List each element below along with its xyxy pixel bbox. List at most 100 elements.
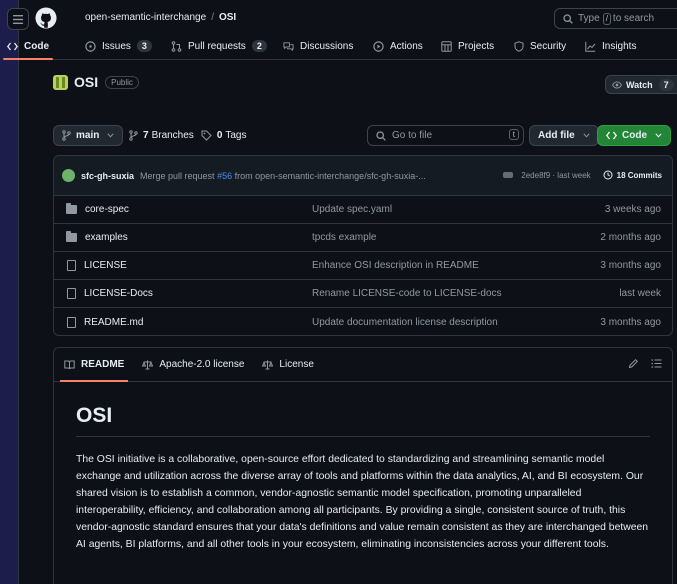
menu-button[interactable] <box>7 8 29 30</box>
commit-author[interactable]: sfc-gh-suxia <box>81 171 134 181</box>
file-name[interactable]: LICENSE <box>84 260 127 271</box>
tab-license-label: License <box>279 359 314 370</box>
tab-issues-label: Issues <box>102 40 131 52</box>
tab-pull-requests[interactable]: Pull requests 2 <box>171 36 267 56</box>
play-icon <box>373 40 384 52</box>
file-icon <box>67 260 76 271</box>
watch-button[interactable]: Watch 7 <box>605 75 677 94</box>
branches-link[interactable]: Branches <box>152 130 194 141</box>
go-to-file-placeholder: Go to file <box>392 130 433 141</box>
breadcrumb-org[interactable]: open-semantic-interchange <box>85 12 206 23</box>
file-icon <box>67 316 76 328</box>
tab-apache-license[interactable]: Apache-2.0 license <box>142 348 244 382</box>
code-icon <box>7 41 18 52</box>
tab-actions[interactable]: Actions <box>373 36 423 56</box>
file-name[interactable]: README.md <box>84 317 143 328</box>
list-item[interactable]: LICENSE Enhance OSI description in READM… <box>54 252 672 280</box>
tab-license[interactable]: License <box>262 348 314 382</box>
file-commit-time: 3 months ago <box>600 260 661 271</box>
file-name[interactable]: core-spec <box>85 204 129 215</box>
branches-count[interactable]: 7 <box>143 130 149 141</box>
code-button[interactable]: Code <box>597 125 671 146</box>
pull-requests-count-badge: 2 <box>251 40 267 52</box>
tab-actions-label: Actions <box>390 40 423 52</box>
branch-name: main <box>76 130 100 141</box>
search-shortcut-key: / <box>602 12 611 25</box>
tab-apache-license-label: Apache-2.0 license <box>159 359 245 370</box>
repo-title[interactable]: OSI <box>74 74 98 90</box>
commit-pr-link[interactable]: #56 <box>217 171 232 181</box>
commit-message[interactable]: Merge pull request #56 from open-semanti… <box>140 171 426 181</box>
hamburger-icon <box>13 14 23 24</box>
global-search[interactable]: Type / to search <box>554 8 677 29</box>
list-item[interactable]: core-spec Update spec.yaml 3 weeks ago <box>54 196 672 224</box>
law-icon <box>142 360 154 370</box>
list-item[interactable]: LICENSE-Docs Rename LICENSE-code to LICE… <box>54 280 672 308</box>
expand-message-button[interactable] <box>503 172 514 178</box>
go-to-file-input[interactable]: Go to file t <box>367 125 524 146</box>
branch-select-button[interactable]: main <box>53 125 124 146</box>
code-icon <box>606 131 617 140</box>
repo-heading: OSI Public <box>53 74 139 90</box>
discussions-icon <box>283 41 294 52</box>
file-commit-time: 3 weeks ago <box>604 204 661 215</box>
pencil-icon[interactable] <box>628 358 639 369</box>
list-item[interactable]: examples tpcds example 2 months ago <box>54 224 672 252</box>
graph-icon <box>585 41 596 52</box>
breadcrumb-repo[interactable]: OSI <box>219 12 236 23</box>
file-name[interactable]: examples <box>85 232 128 243</box>
readme-panel: README Apache-2.0 license License OSI Th… <box>53 347 673 584</box>
tab-issues[interactable]: Issues 3 <box>85 36 152 56</box>
tags-count[interactable]: 0 <box>217 130 223 141</box>
file-list: sfc-gh-suxia Merge pull request #56 from… <box>53 155 673 336</box>
commits-count: 18 Commits <box>616 170 662 180</box>
tags-link[interactable]: Tags <box>225 130 246 141</box>
eye-icon <box>612 80 622 89</box>
tab-projects[interactable]: Projects <box>441 36 494 56</box>
breadcrumb-separator: / <box>211 12 214 23</box>
list-item[interactable]: README.md Update documentation license d… <box>54 308 672 335</box>
file-icon <box>67 288 76 299</box>
visibility-badge: Public <box>105 75 139 89</box>
search-icon <box>563 13 573 24</box>
tab-insights[interactable]: Insights <box>585 36 636 56</box>
commit-message-suffix: from open-semantic-interchange/sfc-gh-su… <box>234 170 426 181</box>
readme-paragraph: The OSI initiative is a collaborative, o… <box>76 454 649 550</box>
tab-readme[interactable]: README <box>59 348 129 382</box>
commit-meta: 2ede8f9 · last week 18 Commits <box>503 170 662 180</box>
add-file-label: Add file <box>538 130 575 141</box>
file-commit-message[interactable]: Update documentation license description <box>312 317 498 328</box>
avatar[interactable] <box>62 169 75 182</box>
tab-insights-label: Insights <box>602 40 637 52</box>
commit-message-prefix: Merge pull request <box>140 170 215 181</box>
tag-icon <box>201 130 212 141</box>
top-bar: open-semantic-interchange / OSI Type / to … <box>7 0 677 36</box>
file-commit-message[interactable]: Update spec.yaml <box>312 204 392 215</box>
tab-discussions[interactable]: Discussions <box>283 36 353 56</box>
chevron-down-icon <box>107 133 114 138</box>
tab-pull-requests-label: Pull requests <box>188 40 246 52</box>
file-commit-message[interactable]: Rename LICENSE-code to LICENSE-docs <box>312 288 502 299</box>
chevron-down-icon <box>583 133 590 138</box>
file-commit-time: 2 months ago <box>600 232 661 243</box>
file-commit-message[interactable]: Enhance OSI description in README <box>312 260 479 271</box>
file-name[interactable]: LICENSE-Docs <box>84 288 153 299</box>
github-logo-icon[interactable] <box>35 7 57 29</box>
file-commit-message[interactable]: tpcds example <box>312 232 376 243</box>
readme-title: OSI <box>76 404 650 437</box>
issues-count-badge: 3 <box>136 40 152 52</box>
history-icon <box>603 170 613 180</box>
tab-security[interactable]: Security <box>513 36 566 56</box>
watch-label: Watch <box>625 79 653 90</box>
tab-code-label: Code <box>24 40 49 52</box>
add-file-button[interactable]: Add file <box>529 125 599 146</box>
repo-avatar <box>53 74 68 90</box>
readme-content: OSI The OSI initiative is a collaborativ… <box>54 382 672 553</box>
github-window: open-semantic-interchange / OSI Type / to … <box>3 0 677 584</box>
branch-icon <box>62 130 71 141</box>
tab-code[interactable]: Code <box>3 36 53 60</box>
commits-link[interactable]: 18 Commits <box>603 170 662 180</box>
commit-hash-time[interactable]: 2ede8f9 · last week <box>521 171 590 180</box>
list-icon[interactable] <box>651 358 662 369</box>
repo-nav-tabs: Code Issues 3 Pull requests 2 Discussion… <box>3 36 677 60</box>
